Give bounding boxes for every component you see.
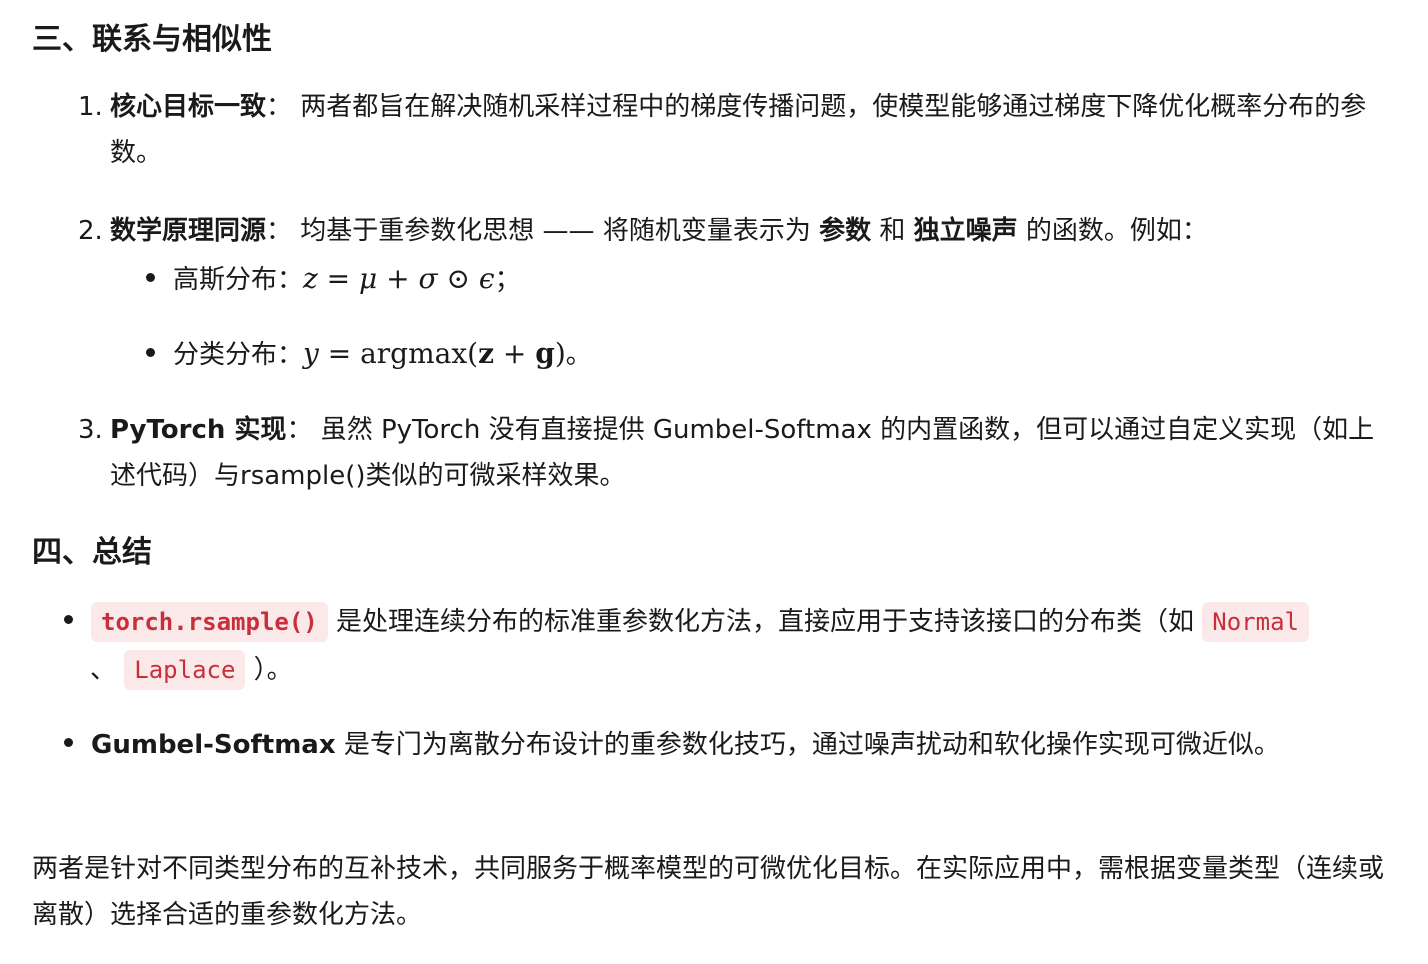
sub-bullet-categorical: 分类分布：y = argmax(z + g)。 xyxy=(146,331,592,378)
bullet-dot xyxy=(146,273,155,282)
item-body: PyTorch 实现： 虽然 PyTorch 没有直接提供 Gumbel-Sof… xyxy=(110,407,1398,499)
item-number: 1. xyxy=(78,92,103,122)
item-title: PyTorch 实现 xyxy=(110,415,287,445)
summary-bullet-gumbel: Gumbel-Softmax 是专门为离散分布设计的重参数化技巧，通过噪声扰动和… xyxy=(64,722,1280,768)
sub-bullet-tail: ； xyxy=(494,265,521,295)
code-torch-rsample: torch.rsample() xyxy=(91,602,328,642)
emphasis-noise: 独立噪声 xyxy=(913,216,1018,246)
sub-bullet-label: 高斯分布： xyxy=(173,265,304,295)
conclusion-paragraph: 两者是针对不同类型分布的互补技术，共同服务于概率模型的可微优化目标。在实际应用中… xyxy=(32,854,1385,930)
item-separator: ： xyxy=(266,216,293,246)
summary-bullet-rsample-line2: 、 Laplace ）。 xyxy=(90,647,293,693)
emphasis-params: 参数 xyxy=(819,216,872,246)
bullet-dot xyxy=(146,348,155,357)
section-heading-connections: 三、联系与相似性 xyxy=(32,22,272,57)
item-body: 数学原理同源： 均基于重参数化思想 —— 将随机变量表示为 参数 和 独立噪声 … xyxy=(110,208,1398,254)
bullet-text: 是处理连续分布的标准重参数化方法，直接应用于支持该接口的分布类（如 xyxy=(327,607,1203,637)
bullet-dot xyxy=(64,615,73,624)
sub-bullet-label: 分类分布： xyxy=(173,340,304,370)
bullet-dot xyxy=(64,738,73,747)
numbered-item-1: 1. 核心目标一致： 两者都旨在解决随机采样过程中的梯度传播问题，使模型能够通过… xyxy=(78,84,1398,176)
item-number: 3. xyxy=(78,415,103,445)
item-body: 核心目标一致： 两者都旨在解决随机采样过程中的梯度传播问题，使模型能够通过梯度下… xyxy=(110,84,1398,176)
item-title: 数学原理同源 xyxy=(110,216,267,246)
item-text: 均基于重参数化思想 —— 将随机变量表示为 xyxy=(300,216,820,246)
bullet-text: ）。 xyxy=(245,655,293,685)
bullet-text: 是专门为离散分布设计的重参数化技巧，通过噪声扰动和软化操作实现可微近似。 xyxy=(335,730,1280,760)
document: 三、联系与相似性 1. 核心目标一致： 两者都旨在解决随机采样过程中的梯度传播问… xyxy=(0,0,1428,964)
section-heading-summary: 四、总结 xyxy=(32,535,152,570)
numbered-item-3: 3. PyTorch 实现： 虽然 PyTorch 没有直接提供 Gumbel-… xyxy=(78,407,1398,499)
categorical-formula: y = argmax(z + g) xyxy=(303,337,566,370)
item-separator: ： xyxy=(266,92,293,122)
item-text: 的函数。例如： xyxy=(1017,216,1208,246)
bullet-text: 、 xyxy=(90,655,125,685)
sub-bullet-gaussian: 高斯分布：z = μ + σ ⊙ ϵ； xyxy=(146,256,521,303)
item-separator: ： xyxy=(286,415,313,445)
code-laplace: Laplace xyxy=(124,650,246,690)
sub-bullet-tail: 。 xyxy=(565,340,592,370)
item-number: 2. xyxy=(78,216,103,246)
code-normal: Normal xyxy=(1202,602,1309,642)
numbered-item-2: 2. 数学原理同源： 均基于重参数化思想 —— 将随机变量表示为 参数 和 独立… xyxy=(78,208,1398,254)
item-title: 核心目标一致 xyxy=(110,92,267,122)
gaussian-formula: z = μ + σ ⊙ ϵ xyxy=(303,262,495,295)
gumbel-softmax-label: Gumbel-Softmax xyxy=(91,730,336,760)
summary-bullet-rsample: torch.rsample() 是处理连续分布的标准重参数化方法，直接应用于支持… xyxy=(64,599,1309,645)
item-text: 和 xyxy=(871,216,914,246)
item-text: 两者都旨在解决随机采样过程中的梯度传播问题，使模型能够通过梯度下降优化概率分布的… xyxy=(110,92,1367,168)
